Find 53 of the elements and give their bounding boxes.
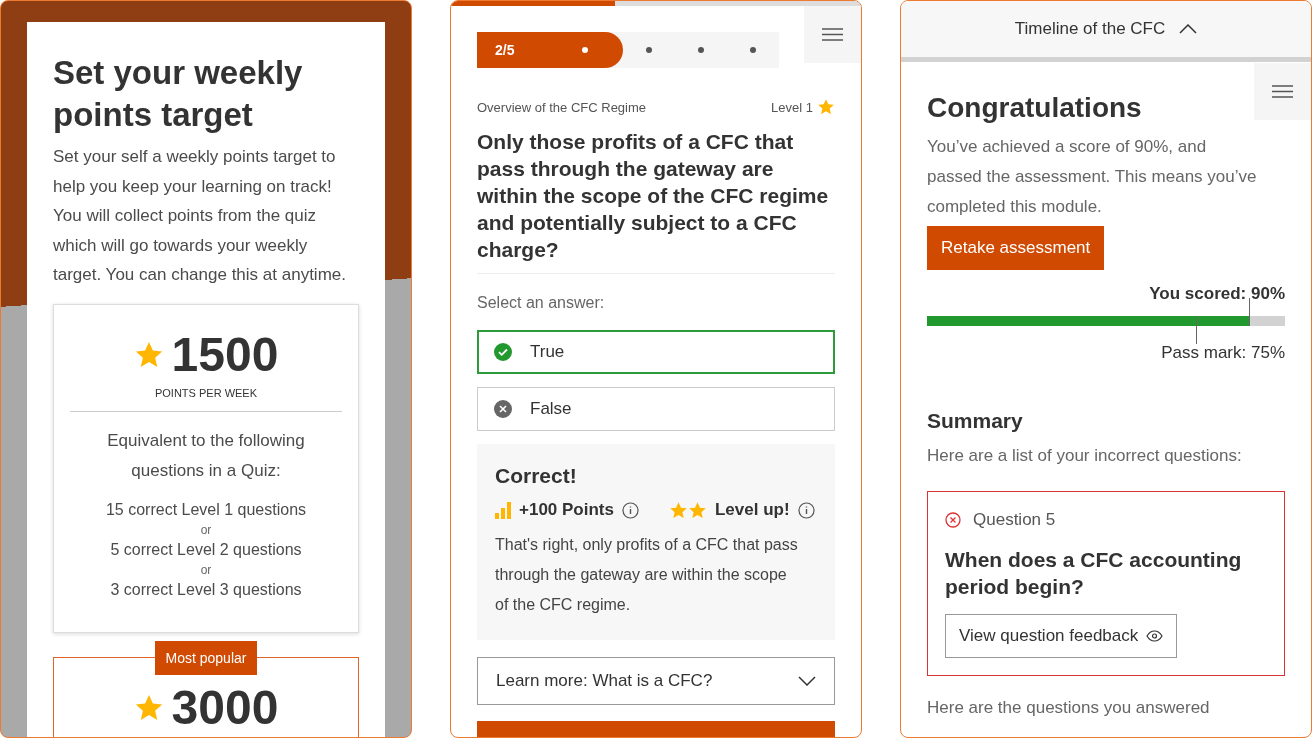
view-feedback-button[interactable]: View question feedback <box>945 614 1178 658</box>
bars-icon <box>495 501 511 519</box>
answer-option[interactable]: True <box>477 330 835 374</box>
feedback-title: Correct! <box>495 464 578 488</box>
chevron-icon <box>798 676 816 686</box>
or-separator: or <box>199 561 213 578</box>
chevron-icon <box>1179 24 1198 34</box>
eye-icon <box>1146 630 1164 642</box>
points-value: 1500 <box>171 328 279 381</box>
score-label: You scored: 90% <box>1148 284 1285 304</box>
equivalent-line: 5 correct Level 2 questions <box>109 539 303 560</box>
modal-title: Set your weekly points target <box>53 53 304 135</box>
points-option-card[interactable]: 1500 POINTS PER WEEK Equivalent to the following questions in a Quiz: 15 correct Level 1 questions or 5 correct Level 2 questions or 3 correct Level 3 questions <box>53 303 359 633</box>
learn-more-accordion[interactable]: Learn more: What is a CFC? <box>477 657 835 705</box>
menu-icon <box>1272 85 1293 98</box>
equivalent-heading: Equivalent to the following questions in a Quiz: <box>106 429 306 482</box>
timeline-header[interactable]: Timeline of the CFC <box>901 1 1311 62</box>
menu-icon <box>822 28 843 41</box>
topic-label: Overview of the CFC Regime <box>477 99 647 115</box>
equivalent-line: 3 correct Level 3 questions <box>109 579 303 600</box>
pass-mark-label: Pass mark: 75% <box>1160 343 1285 363</box>
result-text: You’ve achieved a score of 90%, and passed the assessment. This means you’ve completed this module. <box>927 136 1258 218</box>
question-text: Only those profits of a CFC that pass through the gateway are within the scope of the CFC regime and potentially subject to a CFC charge? <box>477 128 835 274</box>
modal-description: Set your self a weekly points target to help you keep your learning on track! You will collect points from the quiz which will go towards your weekly target. You can change this at anytime. <box>53 146 347 286</box>
star-icon <box>817 98 835 116</box>
x-circle-icon <box>945 512 961 528</box>
step-counter: 2/5 <box>495 42 516 58</box>
two-stars-icon <box>668 500 707 520</box>
score-marker <box>1249 298 1251 326</box>
level-label: Level 1 <box>771 99 813 115</box>
equivalent-line: 15 correct Level 1 questions <box>104 499 308 520</box>
answered-questions-text: Here are the questions you answered <box>927 698 1211 718</box>
x-circle-icon <box>494 400 512 418</box>
answer-prompt: Select an answer: <box>477 294 606 312</box>
feedback-text: That's right, only profits of a CFC that pass through the gateway are within the scope of the CFC regime. <box>495 535 799 615</box>
info-icon[interactable] <box>797 501 815 519</box>
summary-text: Here are a list of your incorrect questions: <box>927 445 1243 467</box>
menu-button[interactable] <box>804 6 861 63</box>
incorrect-question-text: When does a CFC accounting period begin? <box>945 547 1243 600</box>
check-circle-icon <box>494 343 512 361</box>
congratulations-title: Congratulations <box>927 92 1143 124</box>
points-value: 3000 <box>171 681 279 734</box>
info-icon[interactable] <box>621 501 639 519</box>
popular-badge: Most popular <box>154 640 258 675</box>
answer-option[interactable]: False <box>477 387 835 431</box>
or-separator: or <box>199 521 213 538</box>
summary-title: Summary <box>927 409 1024 433</box>
points-earned: +100 Points <box>519 500 614 520</box>
menu-button[interactable] <box>1254 63 1311 120</box>
level-up-label: Level up! <box>714 500 790 520</box>
retake-button[interactable]: Retake assessment <box>927 226 1105 270</box>
points-unit: POINTS PER WEEK <box>153 386 259 399</box>
question-number: Question 5 <box>973 510 1056 530</box>
